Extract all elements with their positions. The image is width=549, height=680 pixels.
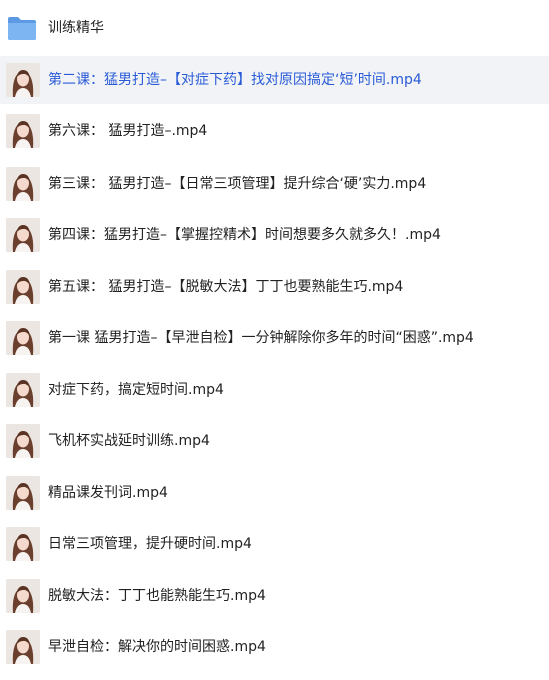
file-name: 第一课 猛男打造–【早泄自检】一分钟解除你多年的时间“困惑”.mp4 [48,330,474,346]
file-list: 训练精华 第二课：猛男打造–【对症下药】找对原因搞定‘短’时间.mp4 第六课： … [0,0,549,680]
video-thumbnail-icon [6,579,40,613]
folder-icon [6,12,38,44]
video-thumbnail-icon [6,270,40,304]
video-thumbnail-icon [6,63,40,97]
folder-row[interactable]: 训练精华 [0,4,549,52]
file-name: 精品课发刊词.mp4 [48,485,168,501]
file-row[interactable]: 第二课：猛男打造–【对症下药】找对原因搞定‘短’时间.mp4 [0,56,549,104]
video-thumbnail-icon [6,424,40,458]
file-row[interactable]: 飞机杯实战延时训练.mp4 [0,417,549,465]
file-row[interactable]: 日常三项管理，提升硬时间.mp4 [0,520,549,568]
video-thumbnail-icon [6,321,40,355]
file-name: 早泄自检：解决你的时间困惑.mp4 [48,639,266,655]
file-name: 脱敏大法：丁丁也能熟能生巧.mp4 [48,588,266,604]
file-name: 第四课：猛男打造–【掌握控精术】时间想要多久就多久！.mp4 [48,227,441,243]
video-thumbnail-icon [6,527,40,561]
file-name: 对症下药，搞定短时间.mp4 [48,382,224,398]
file-row[interactable]: 脱敏大法：丁丁也能熟能生巧.mp4 [0,572,549,620]
file-name: 第三课： 猛男打造–【日常三项管理】提升综合‘硬’实力.mp4 [48,176,427,192]
video-thumbnail-icon [6,218,40,252]
video-thumbnail-icon [6,476,40,510]
file-row[interactable]: 对症下药，搞定短时间.mp4 [0,366,549,414]
file-name: 第五课： 猛男打造–【脱敏大法】丁丁也要熟能生巧.mp4 [48,279,404,295]
file-row[interactable]: 第四课：猛男打造–【掌握控精术】时间想要多久就多久！.mp4 [0,211,549,259]
file-name: 日常三项管理，提升硬时间.mp4 [48,536,252,552]
file-row[interactable]: 第六课： 猛男打造–.mp4 [0,107,549,155]
file-row[interactable]: 第一课 猛男打造–【早泄自检】一分钟解除你多年的时间“困惑”.mp4 [0,314,549,362]
file-name: 第二课：猛男打造–【对症下药】找对原因搞定‘短’时间.mp4 [48,72,422,88]
file-row[interactable]: 第五课： 猛男打造–【脱敏大法】丁丁也要熟能生巧.mp4 [0,263,549,311]
file-row[interactable]: 早泄自检：解决你的时间困惑.mp4 [0,623,549,671]
folder-name: 训练精华 [48,20,104,36]
video-thumbnail-icon [6,373,40,407]
file-row[interactable]: 精品课发刊词.mp4 [0,469,549,517]
file-name: 第六课： 猛男打造–.mp4 [48,123,208,139]
video-thumbnail-icon [6,630,40,664]
video-thumbnail-icon [6,167,40,201]
video-thumbnail-icon [6,114,40,148]
file-row[interactable]: 第三课： 猛男打造–【日常三项管理】提升综合‘硬’实力.mp4 [0,160,549,208]
file-name: 飞机杯实战延时训练.mp4 [48,433,210,449]
